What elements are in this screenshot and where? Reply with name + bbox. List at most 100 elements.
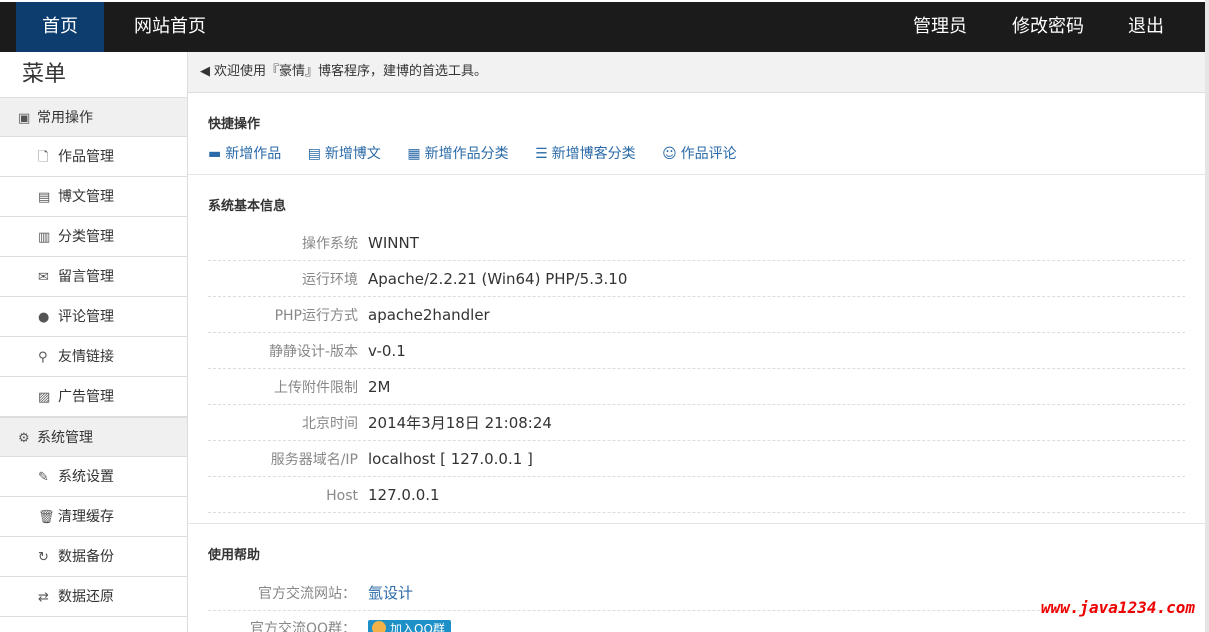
info-row: Host 127.0.0.1 [208, 477, 1185, 513]
quick-link-work-comments[interactable]: ☺ 作品评论 [662, 143, 737, 163]
quick-links: ▬ 新增作品 ▤ 新增博文 ▦ 新增作品分类 ☰ 新增博客分类 ☺ 作品评论 [208, 143, 1185, 163]
info-value: 127.0.0.1 [368, 486, 440, 504]
info-row: 服务器域名/IP localhost [ 127.0.0.1 ] [208, 441, 1185, 477]
wrench-icon: ✎ [38, 470, 49, 485]
quick-ops-title: 快捷操作 [208, 117, 261, 132]
sidebar: 菜单 ▣ 常用操作 🗋 作品管理 ▤ 博文管理 ▥ 分类管理 ✉ 留言管理 ● 评论管理 ⚲… [0, 52, 188, 632]
info-row: 操作系统 WINNT [208, 225, 1185, 261]
info-value: v-0.1 [368, 342, 406, 360]
help-row-site: 官方交流网站： 氩设计 [208, 575, 1185, 611]
speaker-icon: ◀ [200, 64, 210, 79]
quick-link-new-post[interactable]: ▤ 新增博文 [308, 143, 381, 163]
info-label: 运行环境 [302, 272, 358, 288]
info-value: 2014年3月18日 21:08:24 [368, 414, 552, 432]
link-icon: ⚲ [38, 350, 48, 365]
sidebar-item-works[interactable]: 🗋 作品管理 [0, 137, 187, 177]
sidebar-item-restore[interactable]: ⇄ 数据还原 [0, 577, 187, 617]
group-label: 常用操作 [37, 110, 93, 126]
sidebar-item-label: 评论管理 [58, 309, 114, 325]
quick-link-label: 作品评论 [680, 146, 737, 162]
sidebar-item-label: 友情链接 [58, 349, 114, 365]
sidebar-item-categories[interactable]: ▥ 分类管理 [0, 217, 187, 257]
quick-link-new-work-category[interactable]: ▦ 新增作品分类 [407, 143, 508, 163]
list-icon: ☰ [535, 146, 548, 162]
backup-icon: ↻ [38, 550, 49, 565]
quick-link-new-work[interactable]: ▬ 新增作品 [208, 143, 281, 163]
info-label: 静静设计-版本 [268, 344, 358, 360]
join-qq-label: 加入QQ群 [390, 622, 445, 632]
sidebar-group-system[interactable]: ⚙ 系统管理 [0, 417, 187, 457]
sidebar-group-common[interactable]: ▣ 常用操作 [0, 97, 187, 137]
notice-text: 欢迎使用『豪情』博客程序，建博的首选工具。 [214, 64, 488, 79]
info-label: 服务器域名/IP [270, 452, 358, 468]
info-label: 操作系统 [302, 236, 358, 252]
info-label: PHP运行方式 [274, 308, 358, 324]
document-icon: ▤ [307, 146, 321, 162]
nav-home[interactable]: 首页 [16, 2, 104, 52]
menu-title: 菜单 [22, 62, 67, 87]
sidebar-item-links[interactable]: ⚲ 友情链接 [0, 337, 187, 377]
info-value: WINNT [368, 234, 419, 252]
quick-link-label: 新增作品 [225, 146, 282, 162]
info-row: 上传附件限制 2M [208, 369, 1185, 405]
picture-icon: ▨ [38, 390, 51, 405]
sidebar-item-label: 数据备份 [58, 549, 114, 565]
sidebar-item-label: 作品管理 [58, 149, 114, 165]
help-qq-label: 官方交流QQ群： [249, 621, 356, 632]
join-qq-button[interactable]: 加入QQ群 [368, 620, 451, 632]
info-value: apache2handler [368, 306, 490, 324]
sidebar-item-messages[interactable]: ✉ 留言管理 [0, 257, 187, 297]
document-icon: ▤ [38, 190, 51, 205]
sidebar-item-label: 系统设置 [58, 469, 114, 485]
sidebar-item-label: 广告管理 [58, 389, 114, 405]
quick-link-label: 新增博客分类 [551, 146, 636, 162]
watermark: www.java1234.com [1040, 598, 1195, 617]
file-icon: 🗋 [38, 150, 49, 165]
nav-admin[interactable]: 管理员 [895, 2, 985, 52]
sidebar-item-label: 数据还原 [58, 589, 114, 605]
comment-icon: ● [38, 310, 50, 325]
info-row: PHP运行方式 apache2handler [208, 297, 1185, 333]
top-navbar: 首页 网站首页 管理员 修改密码 退出 [0, 0, 1205, 52]
qq-icon [372, 621, 386, 632]
quick-link-new-blog-category[interactable]: ☰ 新增博客分类 [535, 143, 636, 163]
sidebar-item-comments[interactable]: ● 评论管理 [0, 297, 187, 337]
sidebar-item-posts[interactable]: ▤ 博文管理 [0, 177, 187, 217]
card-icon: ▬ [208, 146, 222, 162]
dashboard-icon: ▣ [18, 111, 31, 126]
info-value: localhost [ 127.0.0.1 ] [368, 450, 533, 468]
info-label: 上传附件限制 [274, 380, 358, 396]
info-value: Apache/2.2.21 (Win64) PHP/5.3.10 [368, 270, 628, 288]
group-label: 系统管理 [37, 430, 93, 446]
sidebar-item-settings[interactable]: ✎ 系统设置 [0, 457, 187, 497]
sidebar-item-label: 清理缓存 [58, 509, 114, 525]
envelope-icon: ✉ [38, 270, 49, 285]
info-label: Host [326, 488, 358, 504]
quick-link-label: 新增博文 [324, 146, 381, 162]
info-label: 北京时间 [302, 416, 358, 432]
help-row-qq: 官方交流QQ群： 加入QQ群 [208, 611, 1185, 632]
quick-link-label: 新增作品分类 [424, 146, 509, 162]
trash-icon: 🗑 [38, 510, 55, 525]
list-box-icon: ▦ [407, 146, 421, 162]
info-row: 静静设计-版本 v-0.1 [208, 333, 1185, 369]
sidebar-item-backup[interactable]: ↻ 数据备份 [0, 537, 187, 577]
smile-icon: ☺ [662, 146, 677, 162]
nav-change-password[interactable]: 修改密码 [994, 2, 1102, 52]
sidebar-item-label: 留言管理 [58, 269, 114, 285]
info-row: 北京时间 2014年3月18日 21:08:24 [208, 405, 1185, 441]
sidebar-item-label: 分类管理 [58, 229, 114, 245]
welcome-notice: ◀ 欢迎使用『豪情』博客程序，建博的首选工具。 [188, 52, 1205, 93]
main-content: ◀ 欢迎使用『豪情』博客程序，建博的首选工具。 快捷操作 ▬ 新增作品 ▤ 新增博文 … [188, 52, 1205, 632]
help-site-link[interactable]: 氩设计 [368, 575, 413, 611]
scrollbar[interactable] [1205, 0, 1209, 632]
help-site-label: 官方交流网站： [258, 586, 356, 602]
info-value: 2M [368, 378, 391, 396]
sysinfo-title: 系统基本信息 [208, 199, 287, 214]
restore-icon: ⇄ [38, 590, 49, 605]
sysinfo-section: 系统基本信息 操作系统 WINNT 运行环境 Apache/2.2.21 (Win6… [188, 175, 1205, 513]
sidebar-item-ads[interactable]: ▨ 广告管理 [0, 377, 187, 417]
nav-logout[interactable]: 退出 [1110, 2, 1182, 52]
nav-site-home[interactable]: 网站首页 [116, 2, 224, 52]
sidebar-item-clear-cache[interactable]: 🗑 清理缓存 [0, 497, 187, 537]
